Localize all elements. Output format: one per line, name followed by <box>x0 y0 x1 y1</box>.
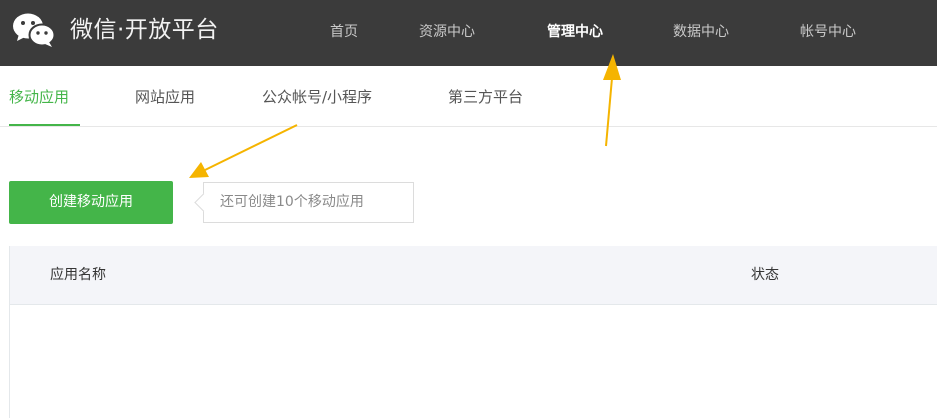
column-header-app-name: 应用名称 <box>50 267 106 283</box>
tab-mobile-apps[interactable]: 移动应用 <box>9 87 69 107</box>
top-navigation-bar: 微信·开放平台 首页 资源中心 管理中心 数据中心 帐号中心 <box>0 0 937 66</box>
active-tab-underline <box>9 124 80 126</box>
nav-item-data[interactable]: 数据中心 <box>673 22 729 42</box>
nav-item-home[interactable]: 首页 <box>330 22 358 42</box>
table-header: 应用名称 状态 <box>10 246 937 305</box>
column-header-status: 状态 <box>751 267 779 283</box>
table-body <box>10 304 937 418</box>
sub-navigation-tabs: 移动应用 网站应用 公众帐号/小程序 第三方平台 <box>0 66 937 127</box>
brand-title[interactable]: 微信·开放平台 <box>70 14 219 46</box>
remaining-quota-tip: 还可创建10个移动应用 <box>203 182 414 223</box>
nav-item-account[interactable]: 帐号中心 <box>800 22 856 42</box>
tab-third-party-platform[interactable]: 第三方平台 <box>448 87 523 107</box>
app-list-table: 应用名称 状态 <box>9 246 937 418</box>
nav-item-resources[interactable]: 资源中心 <box>419 22 475 42</box>
tab-website-apps[interactable]: 网站应用 <box>135 87 195 107</box>
arrow-icon <box>189 124 298 178</box>
wechat-logo-icon[interactable] <box>12 12 56 48</box>
tab-official-accounts-miniprograms[interactable]: 公众帐号/小程序 <box>262 87 372 107</box>
nav-item-management[interactable]: 管理中心 <box>547 22 603 42</box>
create-mobile-app-button[interactable]: 创建移动应用 <box>9 181 173 224</box>
